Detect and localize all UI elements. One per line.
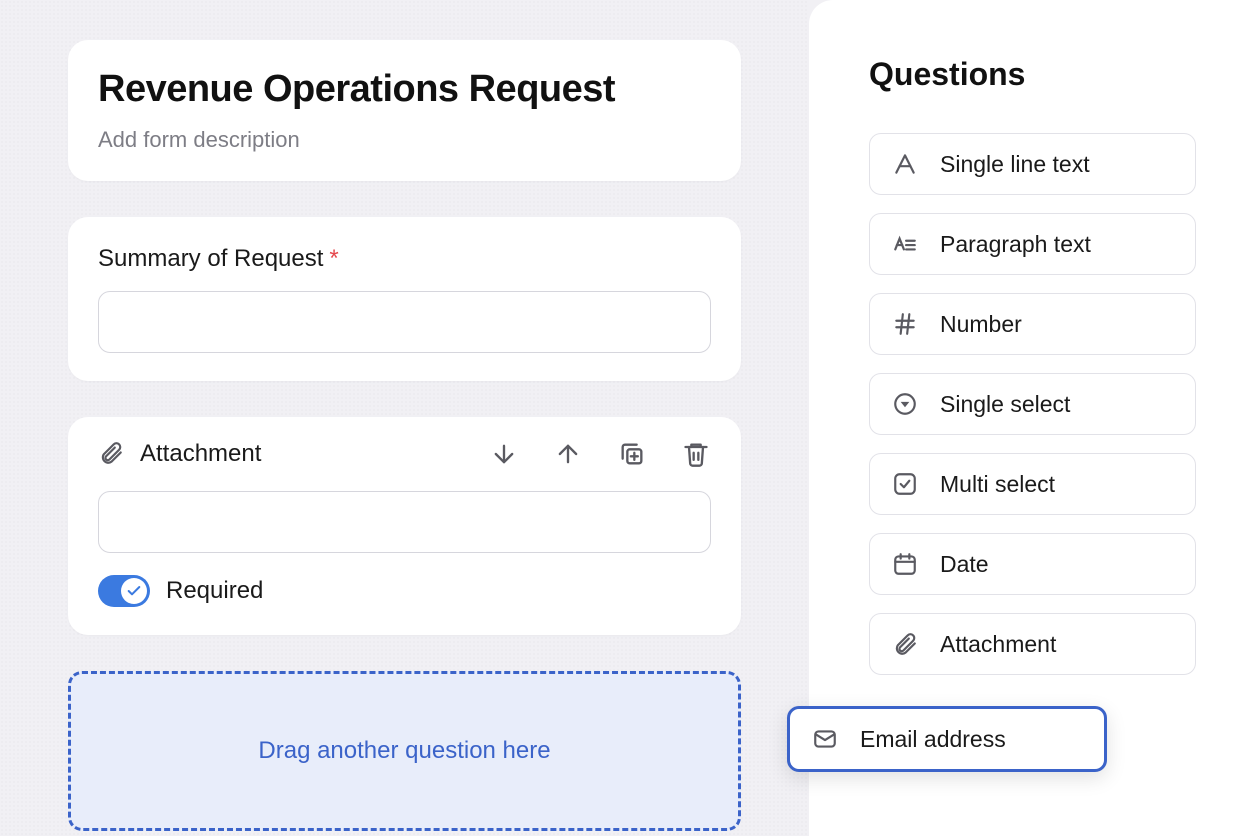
qtype-single-line-text[interactable]: Single line text [869, 133, 1196, 195]
qtype-attachment[interactable]: Attachment [869, 613, 1196, 675]
duplicate-button[interactable] [617, 439, 647, 469]
sidebar-title: Questions [869, 56, 1196, 93]
form-description-placeholder[interactable]: Add form description [98, 127, 711, 153]
qtype-label: Multi select [940, 471, 1055, 498]
qtype-paragraph-text[interactable]: Paragraph text [869, 213, 1196, 275]
qtype-label: Single select [940, 391, 1070, 418]
mail-icon [812, 726, 838, 752]
required-toggle[interactable] [98, 575, 150, 607]
question-dropzone[interactable]: Drag another question here [68, 671, 741, 831]
paperclip-icon [98, 440, 126, 468]
text-icon [892, 151, 918, 177]
delete-button[interactable] [681, 439, 711, 469]
qtype-label: Attachment [940, 631, 1056, 658]
field-label: Summary of Request * [98, 245, 711, 273]
qtype-date[interactable]: Date [869, 533, 1196, 595]
qtype-email-dragging[interactable]: Email address [787, 706, 1107, 772]
questions-sidebar: Questions Single line text Paragraph tex… [809, 0, 1256, 836]
form-canvas: Revenue Operations Request Add form desc… [0, 0, 809, 836]
move-up-button[interactable] [553, 439, 583, 469]
qtype-label: Single line text [940, 151, 1090, 178]
qtype-label: Number [940, 311, 1022, 338]
paragraph-icon [892, 231, 918, 257]
qtype-single-select[interactable]: Single select [869, 373, 1196, 435]
qtype-label: Email address [860, 726, 1006, 753]
attachment-input[interactable] [98, 491, 711, 553]
required-marker: * [329, 245, 338, 273]
form-header-card[interactable]: Revenue Operations Request Add form desc… [68, 40, 741, 181]
calendar-icon [892, 551, 918, 577]
qtype-label: Date [940, 551, 989, 578]
summary-input[interactable] [98, 291, 711, 353]
question-card-attachment[interactable]: Attachment Required [68, 417, 741, 635]
qtype-multi-select[interactable]: Multi select [869, 453, 1196, 515]
single-select-icon [892, 391, 918, 417]
field-label-text: Summary of Request [98, 245, 323, 273]
hash-icon [892, 311, 918, 337]
move-down-button[interactable] [489, 439, 519, 469]
qtype-number[interactable]: Number [869, 293, 1196, 355]
question-card-summary[interactable]: Summary of Request * [68, 217, 741, 381]
qtype-label: Paragraph text [940, 231, 1091, 258]
form-title[interactable]: Revenue Operations Request [98, 68, 711, 111]
multi-select-icon [892, 471, 918, 497]
paperclip-icon [892, 631, 918, 657]
required-toggle-label: Required [166, 577, 263, 605]
toggle-knob [121, 578, 147, 604]
attachment-field-label[interactable]: Attachment [140, 440, 475, 468]
dropzone-prompt: Drag another question here [258, 737, 550, 765]
